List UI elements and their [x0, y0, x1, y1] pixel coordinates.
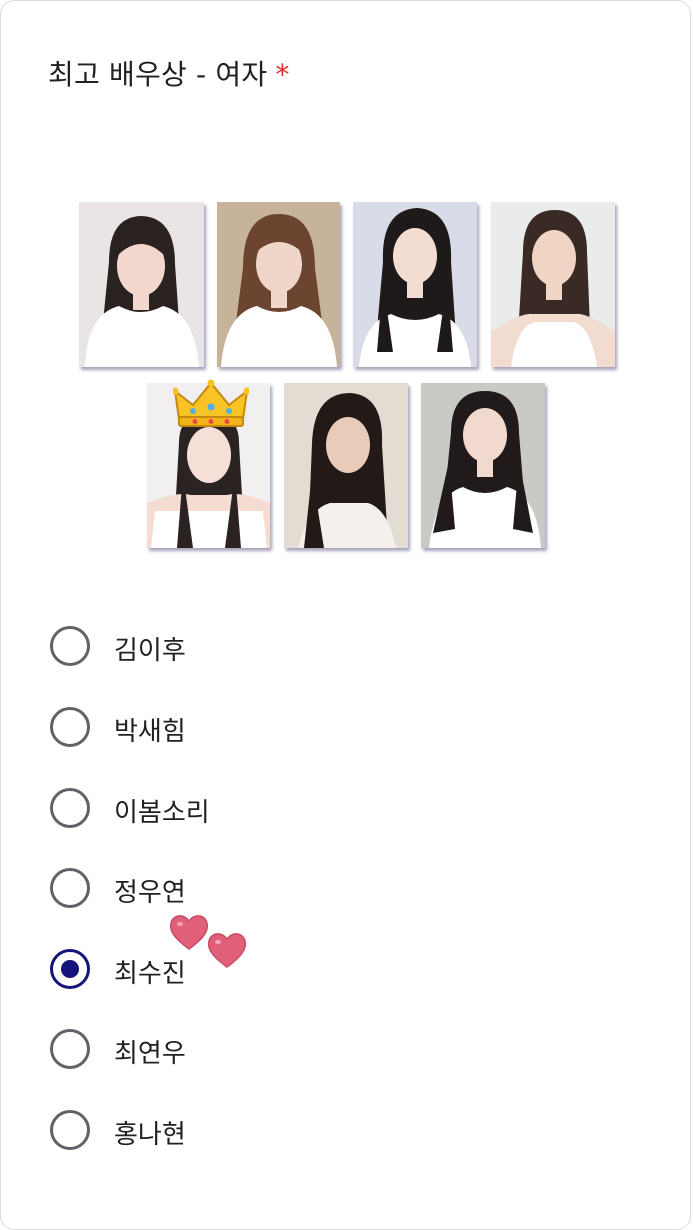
radio-button[interactable]: [50, 1110, 90, 1150]
option-label: 이봄소리: [114, 798, 210, 828]
option-label: 김이후: [114, 636, 186, 666]
radio-button[interactable]: [50, 1029, 90, 1069]
actress-photo-6: [284, 383, 408, 548]
option-label: 정우연: [114, 878, 186, 908]
question-title-text: 최고 배우상 - 여자: [48, 58, 268, 91]
option-label: 최연우: [114, 1039, 186, 1069]
required-star: *: [275, 58, 290, 91]
option-row-6[interactable]: 최연우: [47, 1027, 447, 1071]
question-title: 최고 배우상 - 여자 *: [48, 53, 290, 93]
question-card: 최고 배우상 - 여자 * 김이후 박새힘 이봄소리 정우연 최수진 최연우 홍…: [0, 0, 691, 1230]
option-label: 박새힘: [114, 717, 186, 747]
radio-button[interactable]: [50, 868, 90, 908]
option-row-1[interactable]: 김이후: [47, 624, 447, 668]
radio-button[interactable]: [50, 626, 90, 666]
actress-photo-4: [491, 202, 615, 367]
option-row-2[interactable]: 박새힘: [47, 705, 447, 749]
actress-photo-1: [79, 202, 204, 367]
two-hearts-icon: [167, 909, 249, 971]
option-label: 홍나현: [114, 1120, 186, 1150]
radio-button[interactable]: [50, 788, 90, 828]
option-row-7[interactable]: 홍나현: [47, 1108, 447, 1152]
actress-photo-7: [421, 383, 545, 548]
actress-photo-3: [353, 202, 477, 367]
option-row-4[interactable]: 정우연: [47, 866, 447, 910]
radio-selected-dot: [61, 960, 79, 978]
crown-icon: [171, 379, 251, 429]
radio-button[interactable]: [50, 707, 90, 747]
radio-button-selected[interactable]: [50, 949, 90, 989]
actress-photo-2: [217, 202, 340, 367]
option-row-3[interactable]: 이봄소리: [47, 786, 447, 830]
